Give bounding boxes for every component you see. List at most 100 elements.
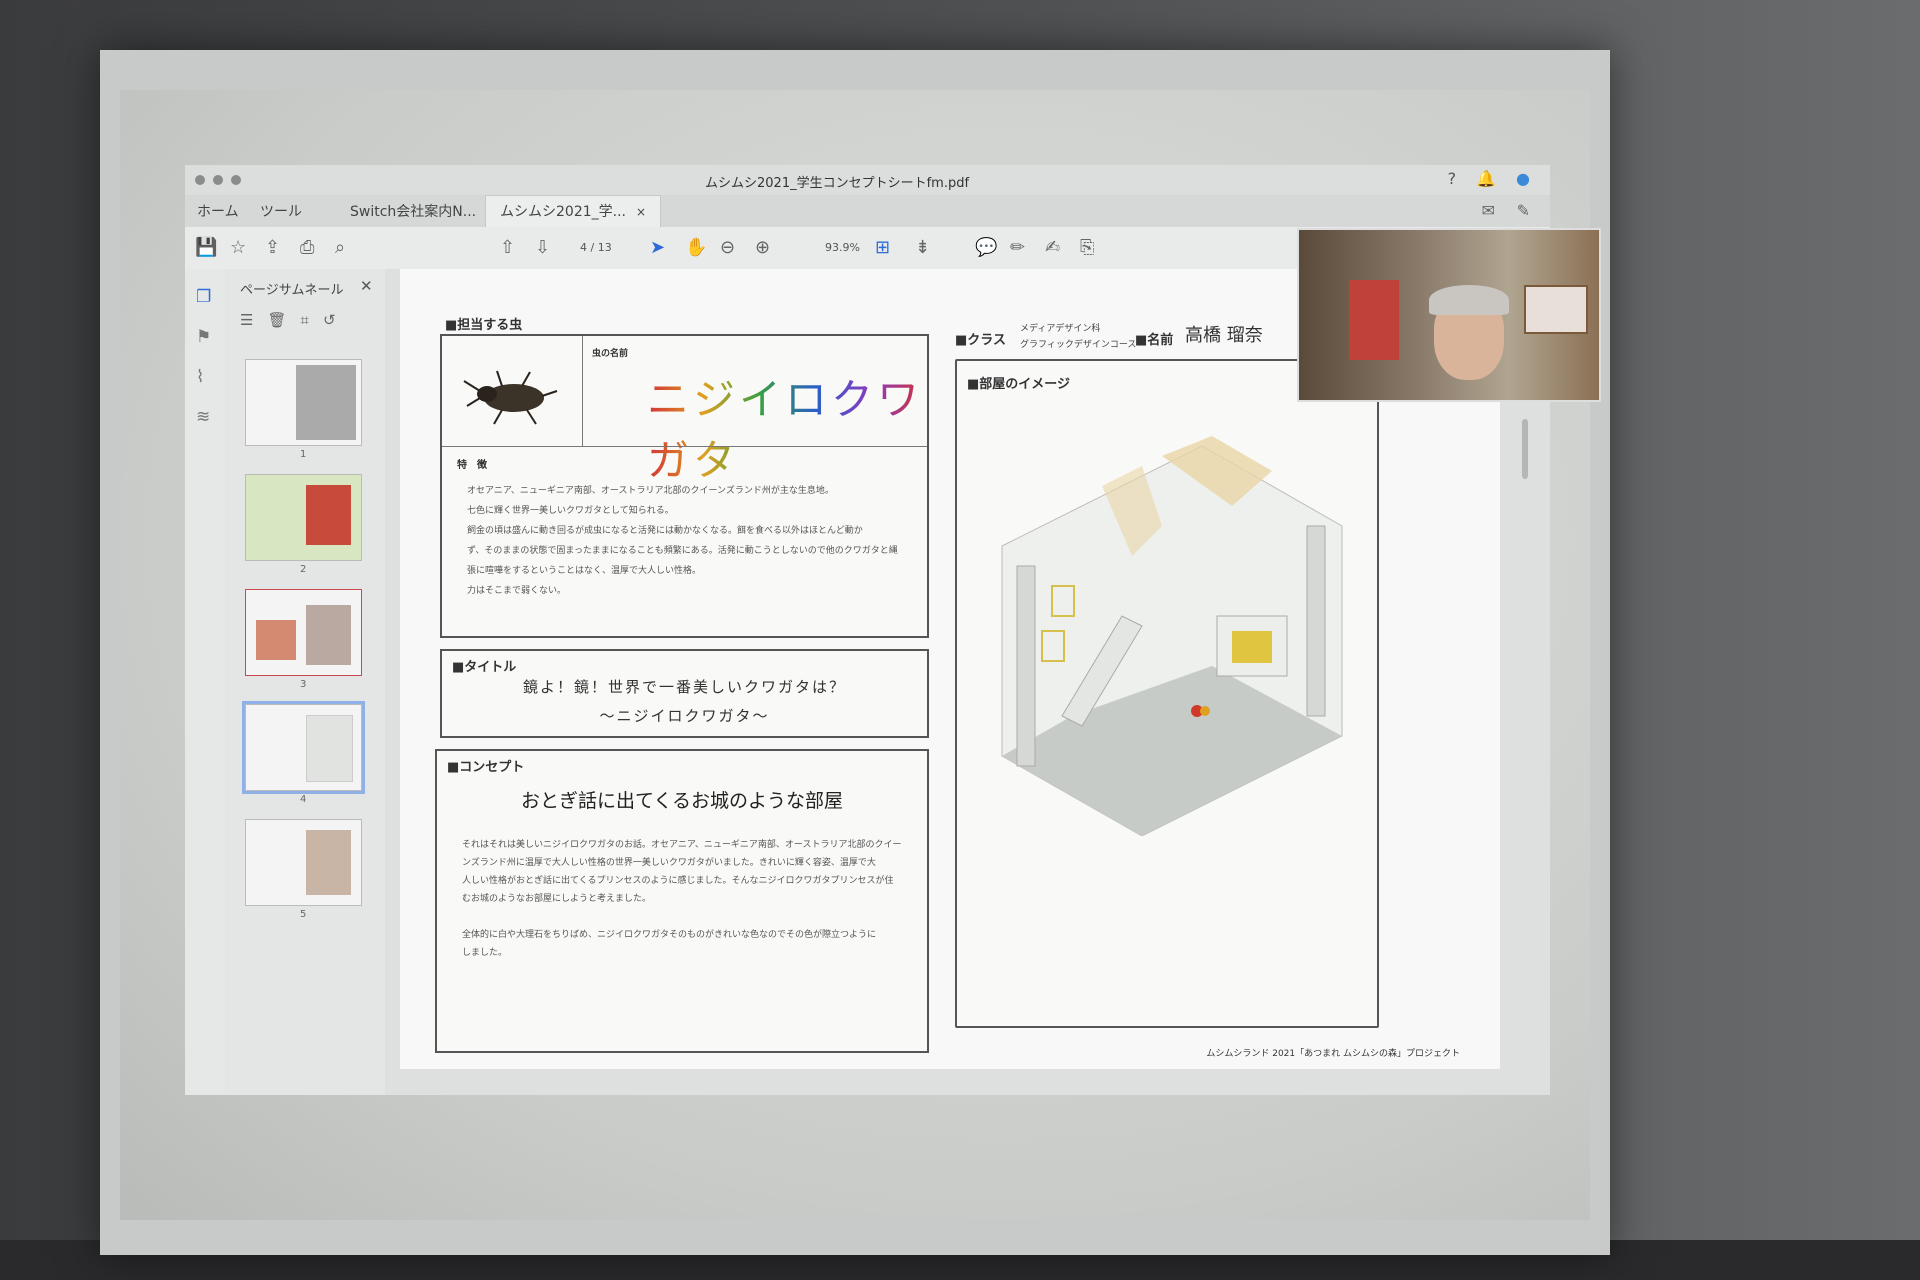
sign-icon[interactable]: ✍ xyxy=(1045,237,1060,258)
thumb-image xyxy=(256,620,296,660)
person-hair xyxy=(1429,285,1509,315)
features-text: オセアニア、ニューギニア南部、オーストラリア北部のクイーンズランド州が主な生息地… xyxy=(467,481,917,601)
title-main: 鏡よ！鏡！世界で一番美しいクワガタは？ xyxy=(522,678,846,696)
thumbnail-page-2[interactable] xyxy=(245,474,362,561)
thumb-image xyxy=(306,605,351,665)
bookmark-icon[interactable]: ⚑ xyxy=(196,327,211,347)
features-line: 飼金の頃は盛んに動き回るが成虫になると活発には動かなくなる。餌を食べる以外はほと… xyxy=(467,526,863,536)
zoom-level[interactable]: 93.9% xyxy=(825,241,860,254)
tab-home[interactable]: ホーム xyxy=(197,201,239,221)
thumb-image xyxy=(306,715,353,782)
insect-box: 虫の名前 ニジイロクワガタ 特 徴 オセアニア、ニューギニア南部、オーストラリア… xyxy=(440,334,929,638)
help-icon[interactable]: ? xyxy=(1448,169,1457,188)
pen-icon[interactable]: ✏ xyxy=(1010,237,1025,258)
minimize-window-button[interactable] xyxy=(213,175,223,185)
tab-bar: ホーム ツール Switch会社案内N... ムシムシ2021_学... × ✎ … xyxy=(185,195,1550,228)
thumbnail-page-3[interactable] xyxy=(245,589,362,676)
features-line: オセアニア、ニューギニア南部、オーストラリア北部のクイーンズランド州が主な生息地… xyxy=(467,486,834,496)
zoom-search-icon[interactable]: ⌕ xyxy=(335,237,345,258)
mail-icon[interactable]: ✉ xyxy=(1482,201,1495,220)
bell-icon[interactable]: 🔔 xyxy=(1476,169,1496,188)
rotate-icon[interactable]: ↺ xyxy=(323,311,336,329)
zoom-window-button[interactable] xyxy=(231,175,241,185)
layers-icon[interactable]: ≋ xyxy=(196,407,210,427)
title-icons: ? 🔔 ● xyxy=(1448,169,1530,188)
print-icon[interactable]: ⎙ xyxy=(300,237,314,258)
trash-icon[interactable]: 🗑 xyxy=(267,311,286,329)
page-indicator[interactable]: 4 / 13 xyxy=(580,241,612,254)
insect-name: ニジイロクワガタ xyxy=(647,366,927,488)
tab-tools[interactable]: ツール xyxy=(260,201,302,221)
divider xyxy=(442,446,927,447)
next-page-icon[interactable]: ⇩ xyxy=(535,237,550,258)
title-label: ■タイトル xyxy=(452,660,517,675)
window-title: ムシムシ2021_学生コンセプトシートfm.pdf xyxy=(705,176,970,191)
attachment-icon[interactable]: ⌇ xyxy=(196,367,204,387)
star-icon[interactable]: ☆ xyxy=(230,237,246,258)
concept-heading: おとぎ話に出てくるお城のような部屋 xyxy=(520,790,844,812)
thumbnail-number: 1 xyxy=(300,449,307,460)
features-line: ず、そのままの状態で固まったままになることも頻繁にある。活発に動こうとしないので… xyxy=(467,546,898,556)
concept-box: ■コンセプト おとぎ話に出てくるお城のような部屋 それはそれは美しいニジイロクワ… xyxy=(435,749,929,1053)
concept-line: ンズランド州に温厚で大人しい性格の世界一美しいクワガタがいました。きれいに輝く容… xyxy=(462,858,876,868)
account-icon[interactable]: ● xyxy=(1516,169,1530,188)
close-window-button[interactable] xyxy=(195,175,205,185)
scrollbar[interactable] xyxy=(1522,419,1528,479)
video-call-window[interactable] xyxy=(1297,228,1601,402)
page-footer: ムシムシランド 2021「あつまれ ムシムシの森」プロジェクト xyxy=(1206,1049,1460,1059)
features-line: 張に喧嘩をするということはなく、温厚で大人しい性格。 xyxy=(467,566,702,576)
page-total: / 13 xyxy=(590,241,612,254)
close-panel-icon[interactable]: ✕ xyxy=(360,277,373,295)
thumb-image xyxy=(306,830,351,895)
share-icon[interactable]: ⎘ xyxy=(1080,237,1094,258)
options-icon[interactable]: ☰ xyxy=(240,311,253,329)
save-icon[interactable]: 💾 xyxy=(195,237,217,258)
page-fit-icon[interactable]: ⊞ xyxy=(875,237,890,258)
title-bar: ムシムシ2021_学生コンセプトシートfm.pdf ? 🔔 ● xyxy=(185,165,1550,195)
class-line-1: メディアデザイン科 xyxy=(1020,324,1101,334)
beetle-icon xyxy=(463,370,558,425)
zoom-out-icon[interactable]: ⊖ xyxy=(720,237,735,258)
thumbnail-panel: ページサムネール ✕ ☰ 🗑 ⌗ ↺ 1 2 3 4 5 xyxy=(225,269,386,1095)
scroll-mode-icon[interactable]: ⇟ xyxy=(915,237,930,258)
prev-page-icon[interactable]: ⇧ xyxy=(500,237,515,258)
extract-icon[interactable]: ⌗ xyxy=(301,311,309,329)
page-current: 4 xyxy=(580,241,587,254)
wall-picture xyxy=(1524,285,1588,334)
thumbnail-page-4[interactable] xyxy=(242,701,365,794)
thumb-image xyxy=(306,485,351,545)
name-label: ■名前 xyxy=(1135,333,1174,348)
signature-icon[interactable]: ✎ xyxy=(1517,201,1530,220)
thumbnail-number: 4 xyxy=(300,794,307,805)
title-sub: 〜ニジイロクワガタ〜 xyxy=(599,707,770,725)
thumb-image xyxy=(296,365,356,440)
page-thumbnails-icon[interactable]: ❐ xyxy=(196,287,211,307)
select-arrow-icon[interactable]: ➤ xyxy=(650,237,665,258)
close-tab-icon[interactable]: × xyxy=(636,205,646,219)
thumbnail-number: 3 xyxy=(300,679,307,690)
concept-label: ■コンセプト xyxy=(447,760,525,775)
insect-photo-cell xyxy=(442,336,583,447)
zoom-in-icon[interactable]: ⊕ xyxy=(755,237,770,258)
title-box: ■タイトル 鏡よ！鏡！世界で一番美しいクワガタは？ 〜ニジイロクワガタ〜 xyxy=(440,649,929,738)
concept-line: それはそれは美しいニジイロクワガタのお話。オセアニア、ニューギニア南部、オースト… xyxy=(462,840,902,850)
room-image-box: ■部屋のイメージ xyxy=(955,359,1379,1028)
concept-line: 人しい性格がおとぎ話に出てくるプリンセスのように感じました。そんなニジイロクワガ… xyxy=(462,876,894,886)
poster-image xyxy=(1349,280,1399,360)
tab-doc-switch[interactable]: Switch会社案内N... xyxy=(350,201,476,221)
thumbnail-page-5[interactable] xyxy=(245,819,362,906)
hand-icon[interactable]: ✋ xyxy=(685,237,707,258)
concept-text: それはそれは美しいニジイロクワガタのお話。オセアニア、ニューギニア南部、オースト… xyxy=(462,836,917,962)
thumbnail-page-1[interactable] xyxy=(245,359,362,446)
class-line-2: グラフィックデザインコース xyxy=(1020,340,1137,350)
features-label: 特 徴 xyxy=(457,460,487,471)
tab-doc-mushimushi[interactable]: ムシムシ2021_学... × xyxy=(485,195,662,228)
upload-icon[interactable]: ⇪ xyxy=(265,237,280,258)
comment-icon[interactable]: 💬 xyxy=(975,237,997,258)
features-line: 力はそこまで弱くない。 xyxy=(467,586,567,596)
thumbnail-number: 2 xyxy=(300,564,307,575)
concept-line xyxy=(462,908,917,926)
student-name: 高橋 瑠奈 xyxy=(1185,325,1263,346)
tab-label: ムシムシ2021_学... xyxy=(500,204,626,220)
thumbnail-number: 5 xyxy=(300,909,307,920)
